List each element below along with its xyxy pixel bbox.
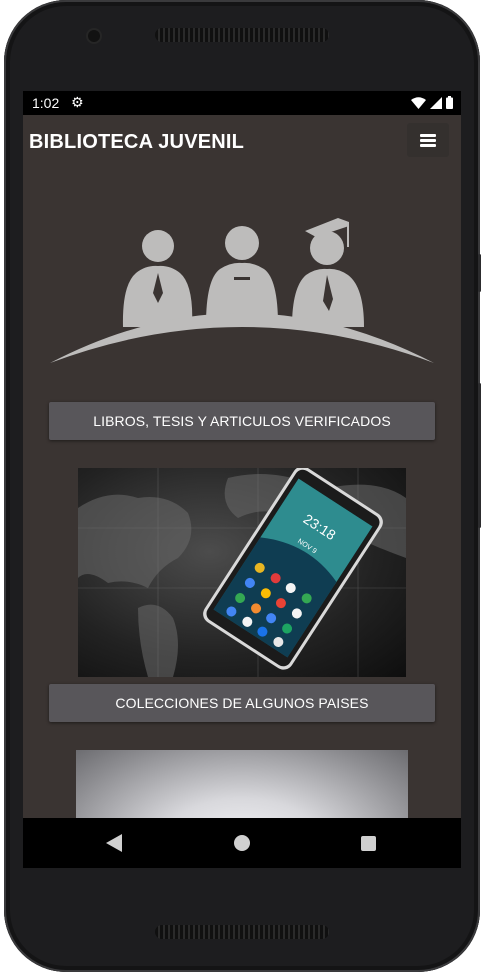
earpiece-speaker	[155, 28, 329, 42]
device-frame: 1:02 ⚙ BIBLIOTECA JUVENIL LIBROS, TESIS …	[4, 0, 481, 972]
bottom-speaker	[155, 925, 329, 939]
navigation-bar	[23, 818, 461, 868]
front-camera	[88, 30, 100, 42]
power-button	[478, 383, 481, 528]
volume-button	[478, 254, 481, 292]
status-time: 1:02	[32, 95, 60, 111]
status-bar: 1:02 ⚙	[23, 91, 461, 115]
graduates-icon	[48, 213, 436, 368]
back-icon[interactable]	[89, 818, 139, 868]
gear-icon: ⚙	[71, 94, 84, 110]
app-title: BIBLIOTECA JUVENIL	[29, 131, 245, 153]
home-icon[interactable]	[217, 818, 267, 868]
battery-icon	[446, 96, 453, 109]
status-icons	[411, 96, 453, 109]
app-bar: BIBLIOTECA JUVENIL	[23, 115, 461, 167]
screen: 1:02 ⚙ BIBLIOTECA JUVENIL LIBROS, TESIS …	[23, 91, 461, 868]
menu-button[interactable]	[407, 123, 449, 157]
libros-button[interactable]: LIBROS, TESIS Y ARTICULOS VERIFICADOS	[49, 402, 435, 440]
phone-map-image: 23:18 NOV 9	[78, 468, 406, 677]
signal-icon	[430, 96, 442, 109]
colecciones-button[interactable]: COLECCIONES DE ALGUNOS PAISES	[49, 684, 435, 722]
recents-icon[interactable]	[343, 818, 393, 868]
wifi-icon	[411, 96, 426, 109]
menu-icon	[420, 134, 436, 149]
